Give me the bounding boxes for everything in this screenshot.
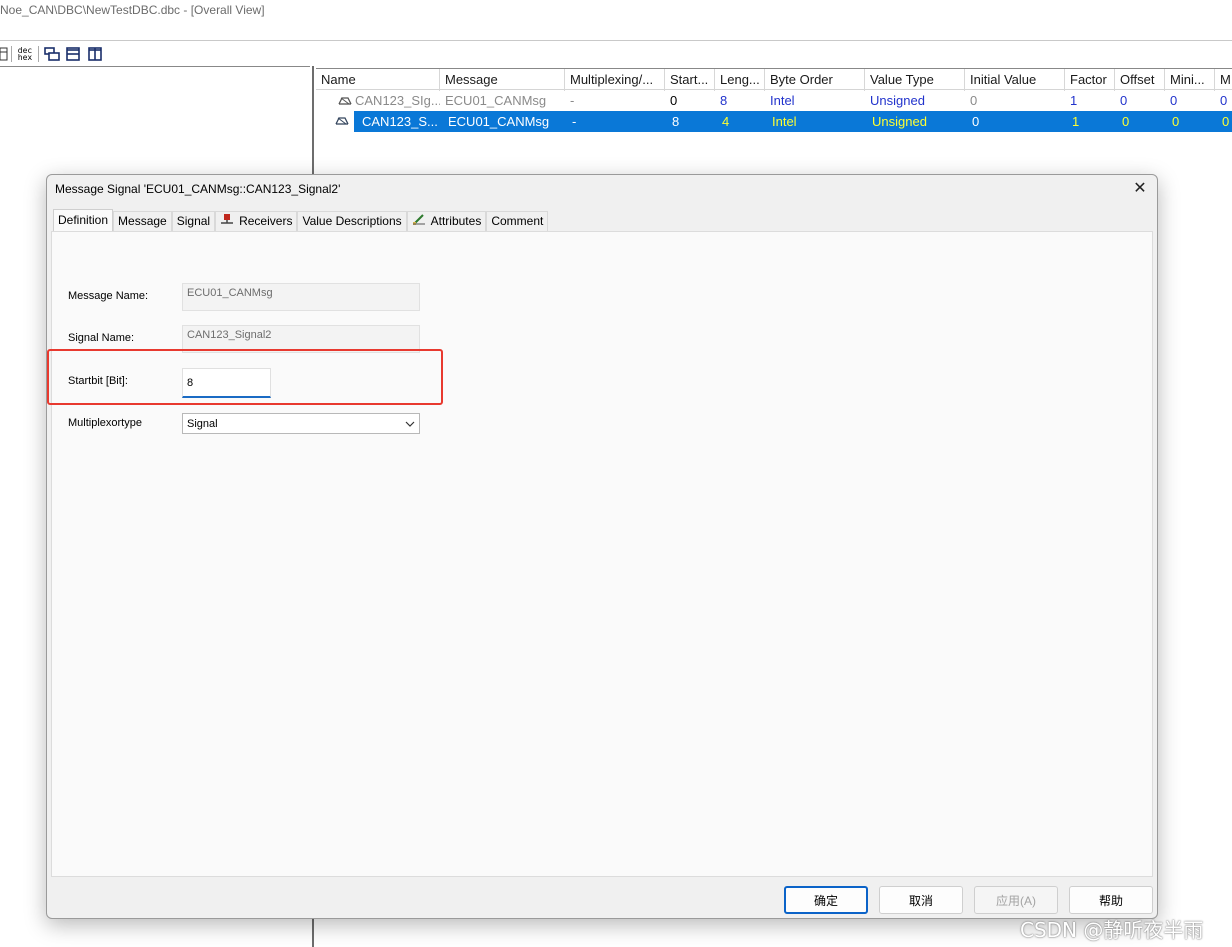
column-header-name[interactable]: Name (316, 69, 440, 91)
grid-header: Name Message Multiplexing/... Start... L… (316, 68, 1232, 91)
cell-value-type: Unsigned (870, 93, 925, 108)
cell-factor: 1 (1070, 93, 1078, 108)
tab-definition[interactable]: Definition (53, 209, 114, 231)
title-separator (0, 40, 1232, 41)
dec-hex-toggle-button[interactable]: dec hex (15, 45, 35, 63)
cell-byte-order: Intel (770, 93, 795, 108)
apply-button[interactable]: 应用(A) (974, 886, 1058, 914)
window-title: Noe_CAN\DBC\NewTestDBC.dbc - [Overall Vi… (0, 3, 265, 17)
cascade-windows-icon[interactable] (42, 45, 62, 63)
cell-message: ECU01_CANMsg (445, 93, 547, 108)
cell-maximum: 0 (1222, 114, 1230, 129)
cell-name: CAN123_SIg... (316, 90, 440, 111)
toolbar-separator (38, 46, 39, 62)
cell-icon-area (316, 111, 354, 132)
column-header-offset[interactable]: Offset (1115, 69, 1165, 91)
close-icon[interactable]: ✕ (1129, 179, 1151, 199)
cell-initial-value: 0 (972, 114, 980, 129)
cell-offset: 0 (1122, 114, 1130, 129)
cell-maximum: 0 (1220, 93, 1228, 108)
toolbar: dec hex (0, 44, 106, 64)
table-row-selected[interactable]: CAN123_S... ECU01_CANMsg - 8 4 Intel Uns… (316, 111, 1232, 132)
tab-attributes[interactable]: Attributes (406, 211, 487, 231)
dialog-tabs: Definition Message Signal Receivers Valu… (53, 209, 549, 231)
tile-vertical-icon[interactable] (84, 45, 106, 63)
cell-multiplexing: - (570, 93, 575, 108)
column-header-initial-value[interactable]: Initial Value (965, 69, 1065, 91)
cell-start: 8 (672, 114, 680, 129)
signal-icon (338, 91, 352, 111)
tab-label: Value Descriptions (302, 214, 402, 228)
tab-message[interactable]: Message (113, 211, 172, 231)
signal-name-label: Signal Name: (68, 332, 135, 344)
multiplexortype-select[interactable]: Signal (182, 413, 420, 434)
attributes-pencil-icon (412, 212, 426, 231)
tab-label: Attributes (430, 214, 482, 228)
cell-minimum: 0 (1172, 114, 1180, 129)
grid-view-icon[interactable] (0, 45, 8, 63)
cell-factor: 1 (1072, 114, 1080, 129)
cell-offset: 0 (1120, 93, 1128, 108)
column-header-byte-order[interactable]: Byte Order (765, 69, 865, 91)
column-header-multiplexing[interactable]: Multiplexing/... (565, 69, 665, 91)
message-name-field: ECU01_CANMsg (182, 283, 420, 311)
hex-label: hex (17, 53, 33, 62)
column-header-factor[interactable]: Factor (1065, 69, 1115, 91)
tab-value-descriptions[interactable]: Value Descriptions (297, 211, 407, 231)
tab-label: Receivers (239, 214, 293, 228)
cancel-button[interactable]: 取消 (879, 886, 963, 914)
tab-label: Message (118, 214, 167, 228)
cell-initial-value: 0 (970, 93, 978, 108)
tab-signal[interactable]: Signal (171, 211, 216, 231)
column-header-start[interactable]: Start... (665, 69, 715, 91)
cell-value-type: Unsigned (872, 114, 927, 129)
cell-length: 8 (720, 93, 728, 108)
cell-start: 0 (670, 93, 678, 108)
message-name-label: Message Name: (68, 290, 149, 302)
table-row[interactable]: CAN123_SIg... ECU01_CANMsg - 0 8 Intel U… (316, 90, 1232, 111)
cell-message: ECU01_CANMsg (448, 114, 550, 129)
column-header-maximum[interactable]: M (1215, 69, 1232, 91)
app-window: Noe_CAN\DBC\NewTestDBC.dbc - [Overall Vi… (0, 0, 1232, 947)
tab-comment[interactable]: Comment (486, 211, 549, 231)
cell-name-text: CAN123_SIg... (355, 93, 440, 108)
tile-horizontal-icon[interactable] (62, 45, 84, 63)
cell-minimum: 0 (1170, 93, 1178, 108)
cell-multiplexing: - (572, 114, 577, 129)
cell-length: 4 (722, 114, 730, 129)
help-button[interactable]: 帮助 (1069, 886, 1153, 914)
cell-byte-order: Intel (772, 114, 797, 129)
tab-label: Definition (58, 213, 109, 227)
tab-label: Comment (491, 214, 544, 228)
dialog-title: Message Signal 'ECU01_CANMsg::CAN123_Sig… (55, 182, 341, 196)
multiplexortype-value: Signal (187, 417, 218, 430)
toolbar-separator (11, 46, 12, 62)
chevron-down-icon (405, 418, 415, 430)
column-header-value-type[interactable]: Value Type (865, 69, 965, 91)
receiver-node-icon (220, 212, 234, 231)
definition-panel: Message Name: ECU01_CANMsg Signal Name: … (51, 231, 1153, 877)
column-header-message[interactable]: Message (440, 69, 565, 91)
column-header-length[interactable]: Leng... (715, 69, 765, 91)
annotation-highlight-box (47, 349, 443, 405)
signal-icon (335, 111, 349, 132)
cell-name: CAN123_S... (362, 114, 438, 129)
tab-label: Signal (176, 214, 211, 228)
column-header-minimum[interactable]: Mini... (1165, 69, 1215, 91)
ok-button[interactable]: 确定 (784, 886, 868, 914)
signal-grid: Name Message Multiplexing/... Start... L… (316, 68, 1232, 132)
watermark: CSDN @静听夜半雨 (1020, 918, 1204, 942)
selection-highlight: CAN123_S... ECU01_CANMsg - 8 4 Intel Uns… (354, 111, 1232, 132)
tab-receivers[interactable]: Receivers (215, 211, 298, 231)
message-signal-dialog: Message Signal 'ECU01_CANMsg::CAN123_Sig… (46, 174, 1158, 919)
multiplexortype-label: Multiplexortype (68, 417, 142, 429)
